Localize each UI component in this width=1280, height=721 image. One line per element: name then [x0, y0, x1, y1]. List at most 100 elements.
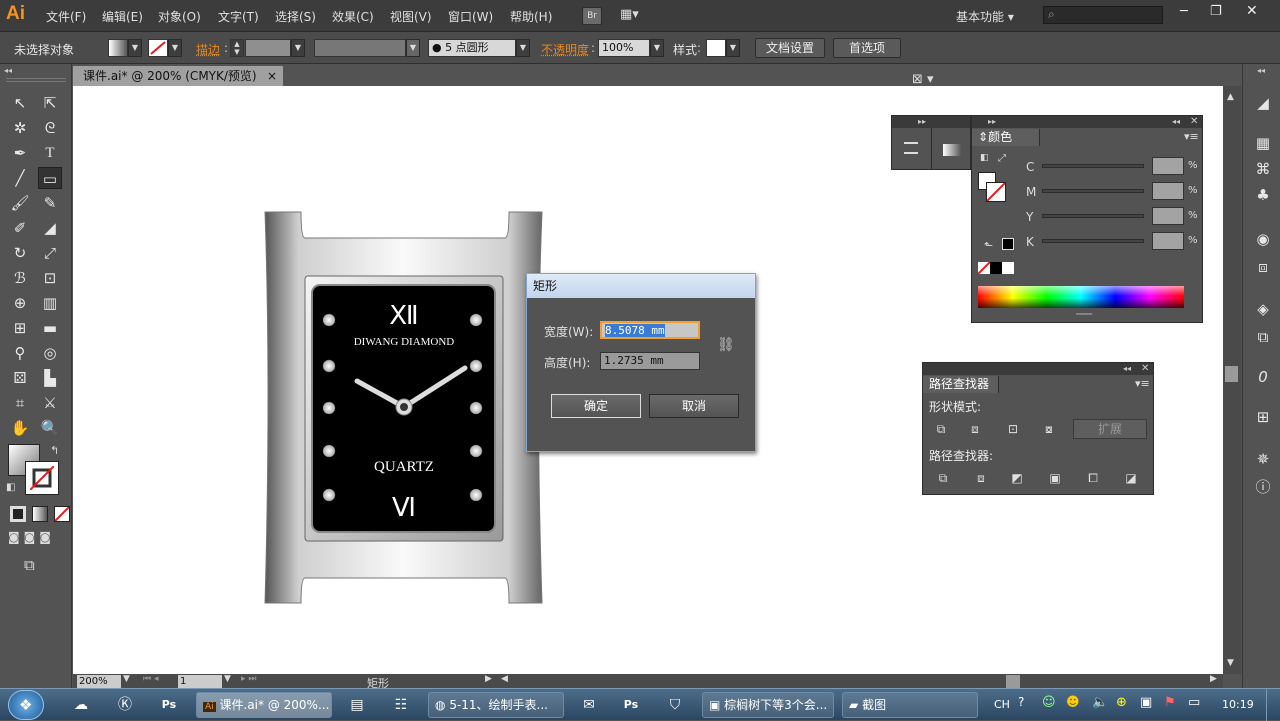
cloud-app-icon[interactable]: ☁ — [68, 693, 94, 717]
type-tool-icon[interactable]: T — [38, 142, 62, 164]
workspace-switcher[interactable]: 基本功能 ▾ — [956, 8, 1014, 25]
pathfinder-tab[interactable]: 路径查找器 — [923, 376, 999, 393]
width-input[interactable]: 8.5078 mm — [600, 321, 700, 339]
shield-app-icon[interactable]: ⛉ — [662, 693, 688, 717]
minus-front-icon[interactable]: ⧈ — [965, 420, 985, 438]
panel-options-icon[interactable]: ▾≡ — [1184, 130, 1199, 143]
start-button[interactable]: ❖ — [8, 690, 44, 720]
menu-select[interactable]: 选择(S) — [275, 8, 316, 25]
layers-panel-icon[interactable]: ◈ — [1252, 298, 1274, 320]
flag-tray-icon[interactable]: ⚑ — [1164, 695, 1176, 710]
taskbar-chat[interactable]: ▣ 棕榈树下等3个会... — [702, 692, 834, 718]
wechat-tray-icon[interactable]: ☺ — [1042, 695, 1056, 710]
photoshop-icon[interactable]: Ps — [618, 693, 644, 717]
scroll-right-icon[interactable]: ▶ — [1210, 674, 1217, 684]
artboard-tool-icon[interactable]: ⌗ — [8, 392, 32, 414]
y-value-input[interactable] — [1152, 207, 1184, 225]
lasso-tool-icon[interactable]: ᘓ — [38, 117, 62, 139]
scroll-left-icon[interactable]: ◀ — [501, 674, 508, 684]
paintbrush-tool-icon[interactable]: 🖌 — [8, 192, 32, 214]
symbols-panel-icon[interactable]: ♣ — [1252, 184, 1274, 206]
gradient-mode-icon[interactable] — [32, 506, 48, 522]
eraser-tool-icon[interactable]: ◢ — [38, 217, 62, 239]
white-quick-swatch[interactable] — [1002, 262, 1014, 274]
c-value-input[interactable] — [1152, 157, 1184, 175]
divide-icon[interactable]: ⧉ — [933, 469, 953, 487]
outline-icon[interactable]: ⧠ — [1083, 469, 1103, 487]
variable-width-profile[interactable] — [314, 39, 406, 57]
photoshop-pinned-icon[interactable]: Ps — [156, 693, 182, 717]
display-tray-icon[interactable]: ▭ — [1188, 695, 1200, 710]
minus-back-icon[interactable]: ◪ — [1121, 469, 1141, 487]
close-tab-icon[interactable]: × — [267, 66, 277, 86]
stroke-weight-dropdown-icon[interactable]: ▼ — [291, 39, 305, 57]
none-swatch[interactable] — [977, 261, 991, 275]
align-icon[interactable] — [892, 128, 932, 170]
constrain-proportions-icon[interactable]: ⛓ — [717, 337, 735, 353]
shape-builder-tool-icon[interactable]: ⊕ — [8, 292, 32, 314]
menu-effect[interactable]: 效果(C) — [332, 8, 374, 25]
menu-edit[interactable]: 编辑(E) — [102, 8, 143, 25]
appearance-panel-icon[interactable]: ◉ — [1252, 228, 1274, 250]
pen-tool-icon[interactable]: ✒ — [8, 142, 32, 164]
close-button[interactable]: ✕ — [1246, 3, 1258, 19]
stroke-weight-input[interactable] — [245, 39, 291, 57]
menu-object[interactable]: 对象(O) — [158, 8, 201, 25]
c-slider[interactable] — [1042, 164, 1144, 168]
network-tray-icon[interactable]: ▣ — [1140, 695, 1152, 710]
stroke-dropdown-icon[interactable]: ▼ — [168, 39, 182, 57]
minimize-button[interactable]: ─ — [1180, 4, 1188, 19]
clock[interactable]: 10:19 — [1222, 698, 1254, 711]
brush-dropdown-icon[interactable]: ▼ — [516, 39, 530, 57]
m-slider[interactable] — [1042, 189, 1144, 193]
arrange-icon[interactable]: ⊠ ▾ — [912, 72, 934, 87]
brush-definition[interactable]: ● 5 点圆形 — [428, 39, 516, 57]
page-dropdown-icon[interactable]: ▼ — [224, 674, 231, 684]
pencil-tool-icon[interactable]: ✎ — [38, 192, 62, 214]
blend-tool-icon[interactable]: ◎ — [38, 342, 62, 364]
stroke-swatch[interactable] — [986, 182, 1006, 202]
gradient-panel-icon[interactable]: ◢ — [1252, 92, 1274, 114]
collapse-panel-icon[interactable]: ◂◂ — [4, 66, 12, 75]
warp-tool-icon[interactable]: ℬ — [8, 267, 32, 289]
y-slider[interactable] — [1042, 214, 1144, 218]
preferences-button[interactable]: 首选项 — [833, 38, 901, 58]
slice-tool-icon[interactable]: ⚔ — [38, 392, 62, 414]
swap-fill-stroke-icon[interactable]: ⤢ — [998, 153, 1006, 164]
graphic-styles-panel-icon[interactable]: ⧈ — [1252, 256, 1274, 278]
arrange-documents-icon[interactable]: ▦▾ — [620, 7, 650, 25]
black-swatch[interactable] — [1002, 238, 1014, 250]
zoom-dropdown-icon[interactable]: ▼ — [123, 674, 130, 684]
black-quick-swatch[interactable] — [990, 262, 1002, 274]
document-tab[interactable]: 课件.ai* @ 200% (CMYK/预览) × — [73, 66, 283, 86]
collapse-icon[interactable]: ◂◂ — [1172, 117, 1180, 126]
crop-icon[interactable]: ▣ — [1045, 469, 1065, 487]
stroke-label[interactable]: 描边 — [196, 41, 220, 58]
expand-button[interactable]: 扩展 — [1073, 419, 1147, 439]
stroke-color-box[interactable] — [25, 461, 59, 495]
scroll-down-icon[interactable]: ▼ — [1227, 658, 1234, 668]
color-mode-icon[interactable] — [10, 506, 26, 522]
swatches-panel-icon[interactable]: ▦ — [1252, 132, 1274, 154]
expand-icon[interactable]: ▸▸ — [918, 117, 926, 126]
color-spectrum[interactable] — [978, 286, 1184, 308]
taskbar-browser[interactable]: ◍ 5-11、绘制手表... — [428, 692, 564, 718]
scroll-up-icon[interactable]: ▲ — [1227, 92, 1234, 102]
perspective-grid-tool-icon[interactable]: ▥ — [38, 292, 62, 314]
brushes-panel-icon[interactable]: ⌘ — [1252, 158, 1274, 180]
none-mode-icon[interactable] — [54, 506, 70, 522]
qq-tray-icon[interactable]: ☻ — [1066, 695, 1080, 710]
ok-button[interactable]: 确定 — [551, 394, 641, 418]
m-value-input[interactable] — [1152, 182, 1184, 200]
column-graph-tool-icon[interactable]: ▙ — [38, 367, 62, 389]
info-panel-icon[interactable]: ⓘ — [1252, 476, 1274, 498]
graphic-style-swatch[interactable] — [706, 39, 726, 57]
menu-view[interactable]: 视图(V) — [390, 8, 432, 25]
color-tab[interactable]: ⇕颜色 — [972, 129, 1040, 146]
swap-colors-icon[interactable]: ↰ — [50, 444, 59, 457]
update-tray-icon[interactable]: ⊕ — [1116, 695, 1127, 710]
free-transform-tool-icon[interactable]: ⊡ — [38, 267, 62, 289]
cancel-button[interactable]: 取消 — [649, 394, 739, 418]
taskbar-illustrator[interactable]: Ai 课件.ai* @ 200%... — [196, 692, 332, 718]
merge-icon[interactable]: ◩ — [1007, 469, 1027, 487]
